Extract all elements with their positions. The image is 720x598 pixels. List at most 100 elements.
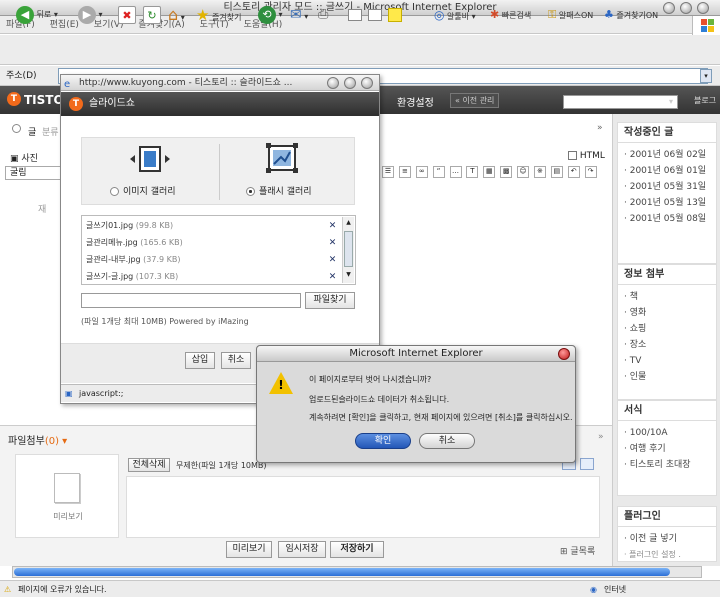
scroll-down-icon[interactable]: ▼ (344, 271, 353, 280)
expand-icon[interactable]: » (597, 123, 603, 133)
attach-item-tv[interactable]: · TV (624, 353, 710, 369)
image-icon[interactable]: ▩ (500, 166, 513, 178)
grid-icon[interactable]: ▤ (550, 166, 563, 178)
altoolbar-button[interactable]: ◎ 알툴바 ▾ (434, 5, 476, 25)
back-button[interactable]: ◀ 뒤로 ▾ (16, 5, 58, 25)
favorites-on-button[interactable]: ♣ 즐겨찾기ON (604, 5, 658, 25)
template-item[interactable]: · 티스토리 초대장 (624, 457, 710, 473)
popup-cancel-button[interactable]: 취소 (221, 352, 251, 369)
attach-item-person[interactable]: · 인물 (624, 369, 710, 385)
alpass-button[interactable]: ⚿ 알패스ON (548, 5, 593, 25)
note-button[interactable] (388, 5, 402, 25)
writing-item[interactable]: · 2001년 05월 13일 (624, 195, 710, 211)
flash-gallery-option[interactable]: 플래시 갤러리 (246, 184, 312, 197)
image-gallery-radio[interactable] (110, 187, 119, 196)
attach-file-list[interactable] (126, 476, 600, 538)
writing-item[interactable]: · 2001년 05월 08일 (624, 211, 710, 227)
photo-button[interactable]: ▣ 사진 (10, 151, 38, 164)
align-icon[interactable]: ☰ (382, 166, 394, 178)
find-file-button[interactable]: 파일찾기 (305, 292, 355, 309)
writing-item[interactable]: · 2001년 06월 02일 (624, 147, 710, 163)
attach-item-book[interactable]: · 책 (624, 289, 710, 305)
list-icon[interactable]: ≡ (398, 166, 411, 178)
address-dropdown-button[interactable]: ▾ (700, 69, 712, 83)
dialog-cancel-button[interactable]: 취소 (419, 433, 475, 449)
remove-file-icon[interactable]: ✕ (328, 239, 337, 248)
category-select[interactable]: 분류 (42, 125, 59, 138)
more-icon[interactable]: … (449, 166, 462, 178)
template-item[interactable]: · 100/10A (624, 425, 710, 441)
flash-gallery-radio[interactable] (246, 187, 255, 196)
delete-all-button[interactable]: 전체삭제 (128, 458, 170, 472)
font-select[interactable]: 굴림 (5, 166, 61, 180)
favorites-button[interactable]: ★ 즐겨찾기 (196, 5, 241, 25)
attach-item-place[interactable]: · 장소 (624, 337, 710, 353)
insert-button[interactable]: 삽입 (185, 352, 215, 369)
edit-button[interactable] (348, 5, 362, 25)
remove-file-icon[interactable]: ✕ (328, 256, 337, 265)
writing-item[interactable]: · 2001년 05월 31일 (624, 179, 710, 195)
emoticon-icon[interactable]: ☺ (517, 166, 529, 178)
quick-search-button[interactable]: ✱ 빠른검색 (490, 5, 531, 25)
plugin-item[interactable]: · 이전 글 넣기 (624, 531, 710, 547)
discuss-button[interactable] (368, 5, 382, 25)
file-path-input[interactable] (81, 293, 301, 308)
attach-item-shopping[interactable]: · 쇼핑 (624, 321, 710, 337)
collapse-icon[interactable]: » (598, 432, 604, 442)
scroll-up-icon[interactable]: ▲ (344, 219, 353, 228)
top-search-input[interactable] (563, 95, 678, 109)
undo-icon[interactable]: ↶ (567, 166, 580, 178)
tistory-logo-text: TISTO (24, 93, 64, 107)
save-button[interactable]: 저장하기 (330, 541, 384, 558)
film-strip-icon (130, 146, 170, 172)
refresh-button[interactable]: ↻ (143, 5, 161, 25)
attach-toggle-icon[interactable]: ▾ (62, 436, 67, 447)
table-icon[interactable]: ▦ (483, 166, 496, 178)
gallery-type-box: 이미지 갤러리 플래시 갤러리 (81, 137, 355, 205)
stop-button[interactable]: ✖ (118, 5, 136, 25)
blog-link[interactable]: 블로그 (694, 95, 716, 106)
temp-save-button[interactable]: 임시저장 (278, 541, 326, 558)
horizontal-scroll-thumb[interactable] (14, 568, 670, 576)
plugin-item[interactable]: · 플러그인 설정 . (624, 547, 710, 563)
remove-file-icon[interactable]: ✕ (328, 222, 337, 231)
dialog-close-button[interactable] (558, 348, 570, 360)
top-search-dropdown-icon[interactable]: ▾ (669, 95, 679, 109)
settings-link[interactable]: 환경설정 (397, 94, 434, 109)
writing-item[interactable]: · 2001년 06월 01일 (624, 163, 710, 179)
popup-maximize-button[interactable] (344, 77, 356, 89)
scroll-thumb[interactable] (344, 231, 353, 267)
title-input[interactable]: 재 (38, 202, 58, 216)
template-item[interactable]: · 여행 후기 (624, 441, 710, 457)
close-window-button[interactable] (697, 2, 709, 14)
quote-icon[interactable]: “ (432, 166, 445, 178)
category-radio[interactable] (12, 124, 25, 134)
file-row[interactable]: 글관리-내부.jpg (37.9 KB) (86, 254, 181, 265)
preview-button[interactable]: 미리보기 (226, 541, 272, 558)
mail-button[interactable]: ✉ ▾ (290, 5, 308, 25)
file-list-scrollbar[interactable]: ▲ ▼ (342, 217, 354, 283)
special-char-icon[interactable]: ※ (533, 166, 546, 178)
prev-manager-button[interactable]: « 이전 관리 (450, 93, 500, 108)
html-checkbox[interactable]: HTML (568, 151, 605, 161)
forward-button[interactable]: ▶ ▾ (78, 5, 103, 25)
attach-item-movie[interactable]: · 영화 (624, 305, 710, 321)
link-icon[interactable]: ∞ (415, 166, 428, 178)
maximize-button[interactable] (680, 2, 692, 14)
thumb-view-icon[interactable] (580, 458, 594, 470)
redo-icon[interactable]: ↷ (584, 166, 597, 178)
text-icon[interactable]: T (466, 166, 479, 178)
print-button[interactable]: ⎙ (318, 5, 328, 25)
minimize-button[interactable] (663, 2, 675, 14)
image-gallery-option[interactable]: 이미지 갤러리 (110, 184, 176, 197)
file-row[interactable]: 글쓰기01.jpg (99.8 KB) (86, 220, 173, 231)
post-list-link[interactable]: ⊞ 글목록 (560, 544, 595, 557)
home-button[interactable]: ⌂ ▾ (168, 5, 185, 25)
file-row[interactable]: 글관리메뉴.jpg (165.6 KB) (86, 237, 183, 248)
popup-minimize-button[interactable] (327, 77, 339, 89)
history-button[interactable]: ⟲ ▾ (258, 5, 283, 25)
dialog-ok-button[interactable]: 확인 (355, 433, 411, 449)
popup-close-button[interactable] (361, 77, 373, 89)
remove-file-icon[interactable]: ✕ (328, 273, 337, 282)
file-row[interactable]: 글쓰기-글.jpg (107.3 KB) (86, 271, 178, 282)
